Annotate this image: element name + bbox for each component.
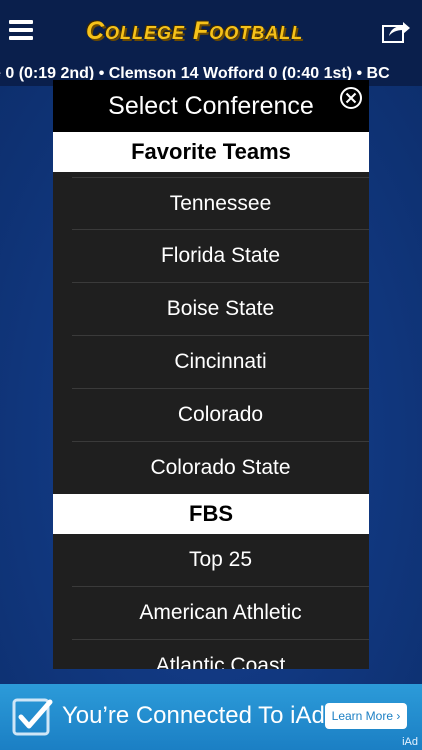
iad-banner[interactable]: You’re Connected To iAd Learn More › iAd [0, 684, 422, 750]
list-item-atlantic-coast[interactable]: Atlantic Coast [72, 640, 369, 669]
hamburger-menu-icon[interactable] [9, 20, 33, 40]
conference-list[interactable]: Favorite Teams Tennessee Florida State B… [53, 132, 369, 669]
list-item-colorado-state[interactable]: Colorado State [72, 442, 369, 494]
iad-tag: iAd [402, 736, 418, 748]
list-item-tennessee[interactable]: Tennessee [72, 177, 369, 230]
share-icon[interactable] [381, 18, 411, 44]
list-item-top-25[interactable]: Top 25 [72, 534, 369, 587]
app-logo: College Football [86, 17, 304, 45]
list-item-cincinnati[interactable]: Cincinnati [72, 336, 369, 389]
list-item-american-athletic[interactable]: American Athletic [72, 587, 369, 640]
learn-more-button[interactable]: Learn More › [325, 703, 407, 729]
section-header-favorite-teams: Favorite Teams [53, 132, 369, 172]
modal-title-bar: Select Conference [53, 80, 369, 132]
checkmark-icon [12, 696, 54, 738]
close-icon[interactable] [339, 86, 363, 110]
list-item-boise-state[interactable]: Boise State [72, 283, 369, 336]
modal-title: Select Conference [108, 92, 314, 120]
app-header: College Football [0, 0, 422, 63]
ad-text: You’re Connected To iAd [62, 702, 325, 729]
section-header-fbs: FBS [53, 494, 369, 534]
list-item-colorado[interactable]: Colorado [72, 389, 369, 442]
list-item-florida-state[interactable]: Florida State [72, 230, 369, 283]
select-conference-modal: Select Conference Favorite Teams Tenness… [53, 80, 369, 669]
